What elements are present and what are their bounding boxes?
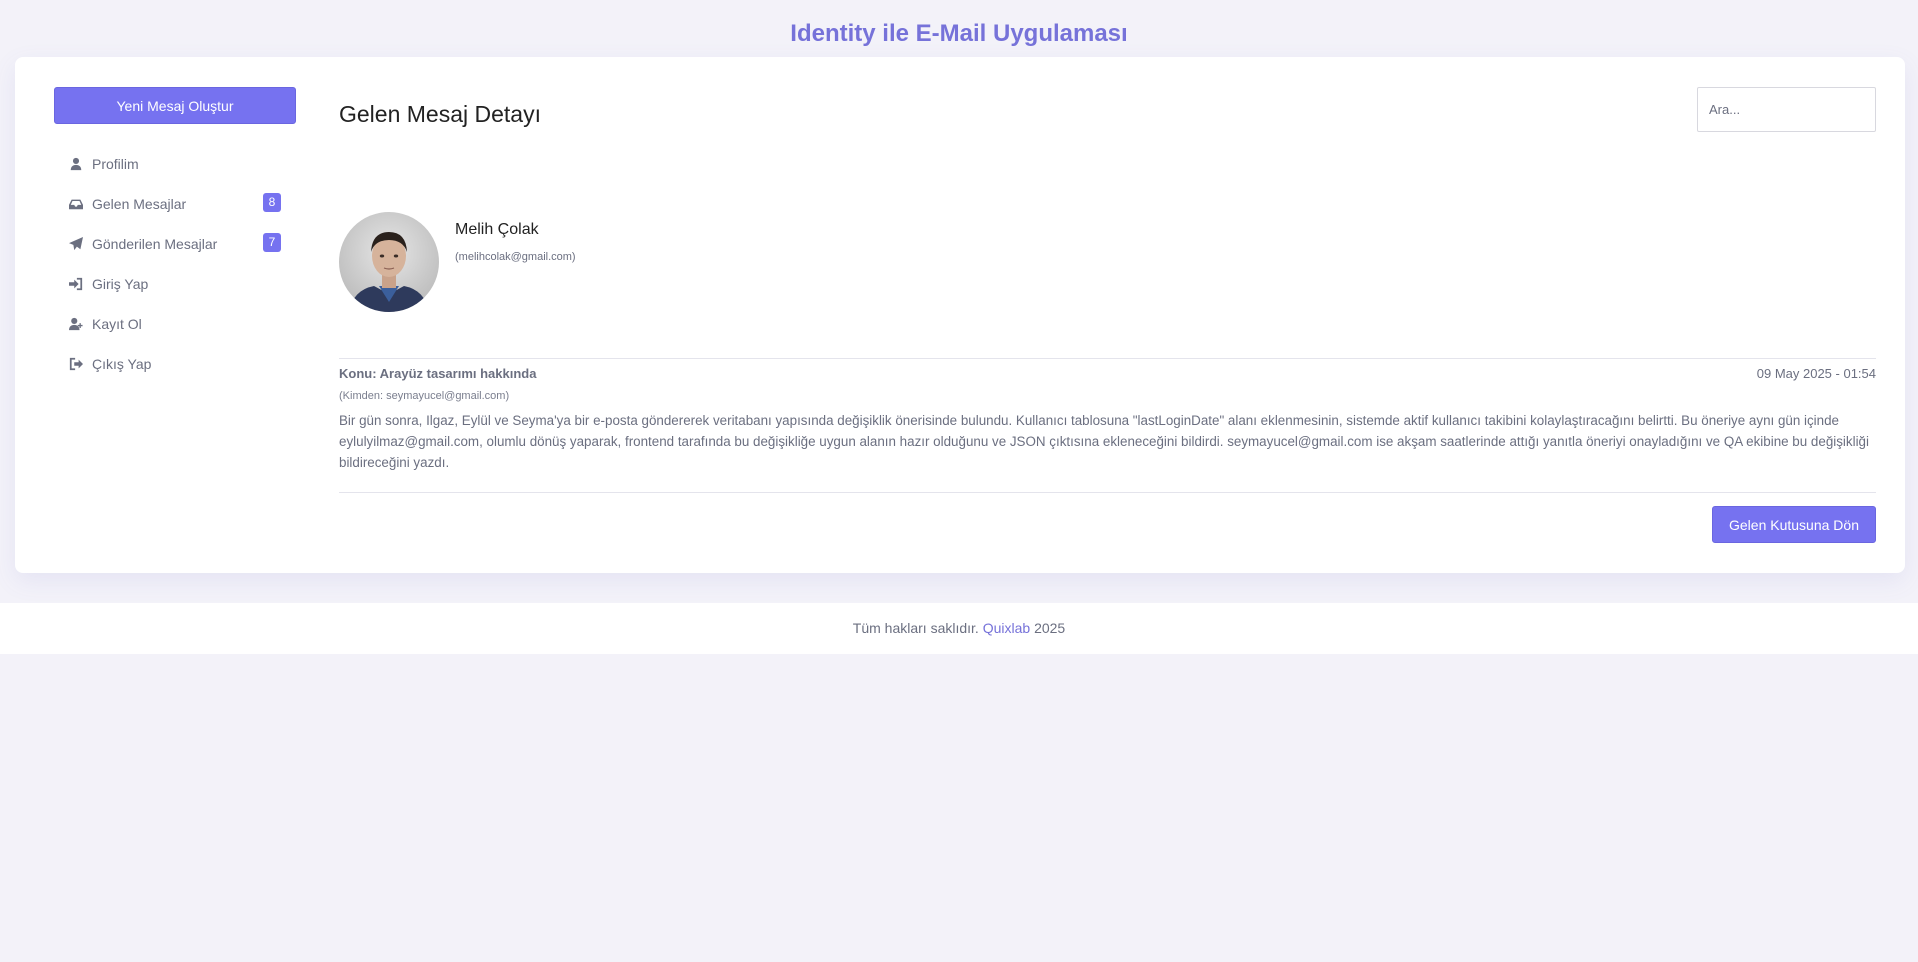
footer-text: Tüm hakları saklıdır. <box>852 620 979 636</box>
sidebar-item-label: Gelen Mesajlar <box>92 196 187 212</box>
sidebar-nav: Profilim Gelen Mesajlar 8 Gönderilen Mes… <box>54 144 296 384</box>
back-to-inbox-button[interactable]: Gelen Kutusuna Dön <box>1712 506 1876 543</box>
message-from: (Kimden: seymayucel@gmail.com) <box>339 390 510 402</box>
main-card: Yeni Mesaj Oluştur Profilim Gelen Mesajl… <box>15 57 1905 573</box>
sidebar-item-login[interactable]: Giriş Yap <box>54 264 296 304</box>
avatar <box>339 212 439 312</box>
sidebar-item-sent[interactable]: Gönderilen Mesajlar 7 <box>54 224 296 264</box>
sidebar-item-profile[interactable]: Profilim <box>54 144 296 184</box>
message-body: Bir gün sonra, Ilgaz, Eylül ve Seyma'ya … <box>339 413 1869 470</box>
sidebar: Yeni Mesaj Oluştur Profilim Gelen Mesajl… <box>54 87 296 384</box>
footer-brand-link[interactable]: Quixlab <box>983 620 1030 636</box>
sidebar-item-label: Kayıt Ol <box>92 316 142 332</box>
search-input[interactable] <box>1697 87 1876 132</box>
footer-year: 2025 <box>1034 620 1066 636</box>
sidebar-item-label: Gönderilen Mesajlar <box>92 236 218 252</box>
divider <box>339 492 1876 493</box>
sidebar-item-label: Giriş Yap <box>92 276 149 292</box>
paper-plane-icon <box>68 236 84 252</box>
sender-card: Melih Çolak (melihcolak@gmail.com) <box>339 212 1876 342</box>
compose-button[interactable]: Yeni Mesaj Oluştur <box>54 87 296 124</box>
page-title: Gelen Mesaj Detayı <box>339 101 541 127</box>
sign-out-icon <box>68 356 84 372</box>
sidebar-item-label: Çıkış Yap <box>92 356 152 372</box>
sender-email: (melihcolak@gmail.com) <box>455 251 576 263</box>
message-date: 09 May 2025 - 01:54 <box>1756 366 1876 381</box>
user-plus-icon <box>68 316 84 332</box>
app-title: Identity ile E-Mail Uygulaması <box>790 20 1128 47</box>
inbox-icon <box>68 196 84 212</box>
sender-name: Melih Çolak <box>455 221 539 238</box>
sidebar-item-label: Profilim <box>92 156 139 172</box>
sidebar-item-register[interactable]: Kayıt Ol <box>54 304 296 344</box>
message-subject: Konu: Arayüz tasarımı hakkında <box>339 366 537 381</box>
sidebar-item-logout[interactable]: Çıkış Yap <box>54 344 296 384</box>
unread-count-badge: 8 <box>263 193 281 212</box>
divider <box>339 358 1876 359</box>
sent-count-badge: 7 <box>263 233 281 252</box>
footer: Tüm hakları saklıdır. Quixlab 2025 <box>0 603 1918 654</box>
user-icon <box>68 156 84 172</box>
sidebar-item-inbox[interactable]: Gelen Mesajlar 8 <box>54 184 296 224</box>
sign-in-icon <box>68 276 84 292</box>
